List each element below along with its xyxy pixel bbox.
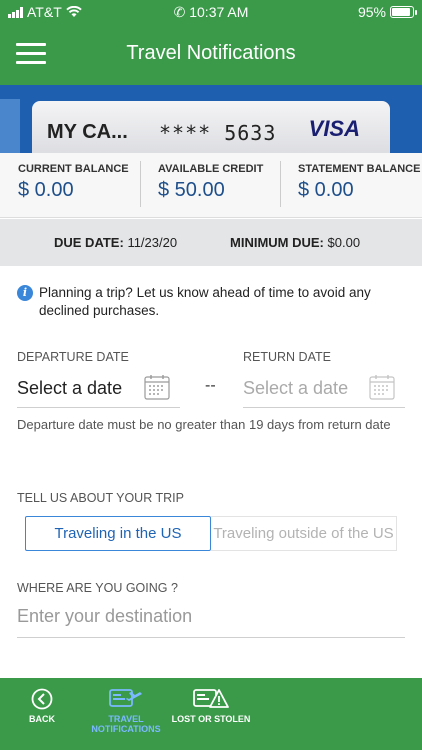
divider [140,161,141,207]
destination-label: WHERE ARE YOU GOING ? [17,581,178,595]
nav-back[interactable]: BACK [2,688,82,724]
return-date-field[interactable]: Select a date [243,374,405,408]
phone-icon: ✆ [173,4,186,20]
lost-card-warning-icon [193,689,229,708]
battery-icon [390,6,417,18]
time-label: 10:37 AM [189,4,249,20]
info-text: Planning a trip? Let us know ahead of ti… [39,285,371,318]
nav-travel-notifications[interactable]: TRAVEL NOTIFICATIONS [86,688,166,734]
nav-travel-label: TRAVEL NOTIFICATIONS [91,714,161,734]
statement-balance-label: STATEMENT BALANCE [298,163,421,175]
current-balance-label: CURRENT BALANCE [18,163,129,175]
return-date-placeholder: Select a date [243,378,349,398]
card-number: **** 5633 [159,121,277,145]
card-carousel[interactable]: MY CA... **** 5633 VISA [0,85,422,153]
battery-fill [392,8,410,16]
due-date-label: DUE DATE: [54,235,124,250]
battery-info: 95% [357,4,417,20]
destination-placeholder: Enter your destination [17,606,193,626]
info-icon: i [17,285,33,301]
minimum-due-label: MINIMUM DUE: [230,235,324,250]
departure-date-field[interactable]: Select a date [17,374,180,408]
return-date-label: RETURN DATE [243,350,331,364]
bottom-nav: BACK TRAVEL NOTIFICATIONS LOST OR STOLEN [0,678,422,750]
app-header: Travel Notifications [0,24,422,85]
page-title: Travel Notifications [126,42,296,64]
nav-lost-label: LOST OR STOLEN [171,714,251,724]
available-credit: AVAILABLE CREDIT $ 50.00 [158,163,263,202]
credit-card[interactable]: MY CA... **** 5633 VISA [32,101,390,153]
option-traveling-outside-us[interactable]: Traveling outside of the US [211,516,397,551]
nav-lost-stolen[interactable]: LOST OR STOLEN [171,688,251,724]
visa-logo: VISA [308,116,360,141]
top-bar: AT&T ✆ 10:37 AM 95% Travel Notifications [0,0,422,85]
due-date-value: 11/23/20 [127,235,178,250]
date-hint: Departure date must be no greater than 1… [17,417,391,432]
available-credit-value: $ 50.00 [158,179,225,201]
date-separator: -- [205,377,216,394]
card-name: MY CA... [47,121,128,143]
statement-balance: STATEMENT BALANCE $ 0.00 [298,163,420,202]
due-bar: DUE DATE: 11/23/20 MINIMUM DUE: $0.00 [0,219,422,266]
statement-balance-value: $ 0.00 [298,179,354,201]
calendar-icon[interactable] [369,374,395,400]
balances-panel: CURRENT BALANCE $ 0.00 AVAILABLE CREDIT … [0,153,422,218]
divider [280,161,281,207]
trip-label: TELL US ABOUT YOUR TRIP [17,491,184,505]
minimum-due-value: $0.00 [327,235,361,250]
back-arrow-icon [31,688,53,710]
status-bar: AT&T ✆ 10:37 AM 95% [0,0,422,24]
current-balance-value: $ 0.00 [18,179,74,201]
current-balance: CURRENT BALANCE $ 0.00 [18,163,129,202]
option-traveling-us[interactable]: Traveling in the US [25,516,211,551]
info-message: i Planning a trip? Let us know ahead of … [17,284,397,320]
previous-card-edge[interactable] [0,99,20,153]
nav-back-label: BACK [29,714,55,724]
calendar-icon[interactable] [144,374,170,400]
departure-date-label: DEPARTURE DATE [17,350,129,364]
destination-input[interactable]: Enter your destination [17,600,405,638]
departure-date-value: Select a date [17,378,123,398]
available-credit-label: AVAILABLE CREDIT [158,163,264,175]
due-date: DUE DATE: 11/23/20 [54,235,177,250]
travel-card-plane-icon [109,689,142,707]
minimum-due: MINIMUM DUE: $0.00 [230,235,360,250]
battery-percent: 95% [357,4,386,20]
